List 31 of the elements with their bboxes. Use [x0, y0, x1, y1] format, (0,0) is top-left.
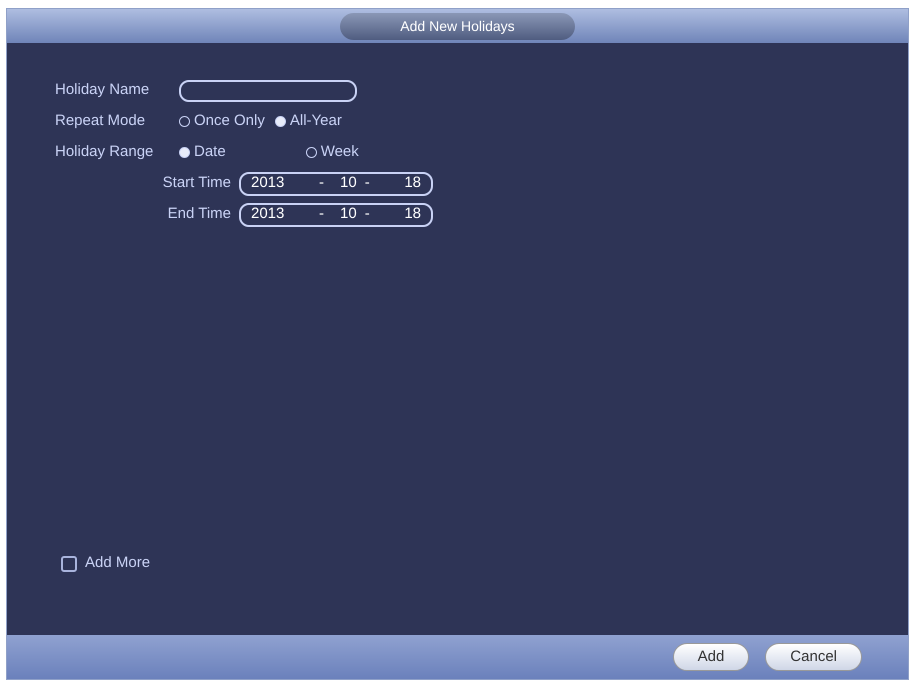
date-separator: -	[319, 173, 324, 194]
dialog-button[interactable]: Add	[672, 642, 750, 672]
field-label: Holiday Range	[55, 142, 154, 162]
date-separator: -	[364, 204, 370, 224]
field-label: End Time	[166, 204, 232, 224]
radio-button[interactable]	[306, 147, 317, 158]
day-value: 18	[404, 204, 421, 224]
checkbox-label[interactable]: Add More	[85, 552, 150, 575]
radio-button[interactable]	[274, 116, 286, 127]
date-field[interactable]: 2013 - 10 - 18	[239, 202, 433, 226]
date-separator: -	[364, 173, 370, 194]
dialog-button[interactable]: Cancel	[765, 642, 862, 672]
field-label: Repeat Mode	[55, 111, 146, 132]
option-label[interactable]: Once Only	[194, 110, 265, 133]
month-value: 10	[340, 204, 357, 224]
year-value: 2013	[251, 204, 284, 224]
month-value: 10	[340, 173, 357, 194]
window-title: Add New Holidays	[340, 12, 575, 40]
radio-button[interactable]	[179, 116, 190, 127]
field-label: Start Time	[162, 173, 232, 194]
checkbox[interactable]	[61, 556, 77, 572]
option-label[interactable]: Date	[194, 141, 226, 164]
text-field[interactable]	[179, 80, 357, 102]
option-label[interactable]: Week	[320, 141, 359, 164]
day-value: 18	[404, 173, 421, 194]
option-label[interactable]: All-Year	[290, 110, 342, 133]
field-label: Holiday Name	[55, 80, 150, 100]
year-value: 2013	[251, 173, 284, 194]
date-separator: -	[319, 204, 324, 224]
radio-button[interactable]	[179, 147, 190, 158]
date-field[interactable]: 2013 - 10 - 18	[239, 172, 433, 196]
